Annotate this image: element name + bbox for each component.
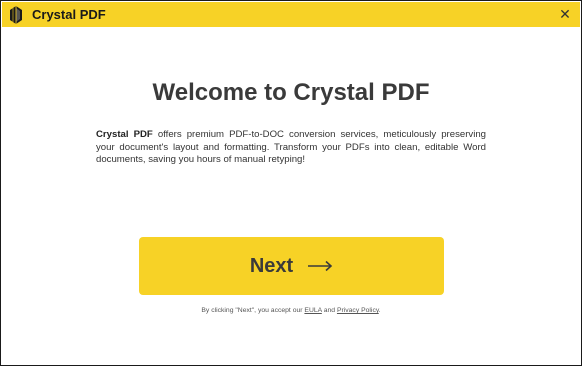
eula-link[interactable]: EULA [304,307,321,314]
consent-and: and [321,307,337,314]
installer-window: Crystal PDF ✕ Welcome to Crystal PDF Cry… [0,0,582,366]
consent-suffix: . [378,307,381,314]
consent-prefix: By clicking "Next", you accept our [201,307,305,314]
consent-text: By clicking "Next", you accept our EULA … [1,306,581,315]
arrow-right-icon [308,260,333,272]
description-body: offers premium PDF-to-DOC conversion ser… [96,129,487,165]
crystal-icon [10,6,22,24]
privacy-policy-link[interactable]: Privacy Policy [337,307,379,314]
window-title: Crystal PDF [32,7,106,22]
next-button-label: Next [249,254,294,277]
close-icon[interactable]: ✕ [556,5,574,23]
title-bar[interactable]: Crystal PDF ✕ [2,2,580,27]
description-text: Crystal PDF offers premium PDF-to-DOC co… [96,129,486,167]
next-button[interactable]: Next [139,237,444,295]
welcome-heading: Welcome to Crystal PDF [152,79,430,106]
description-brand: Crystal PDF [96,129,153,140]
